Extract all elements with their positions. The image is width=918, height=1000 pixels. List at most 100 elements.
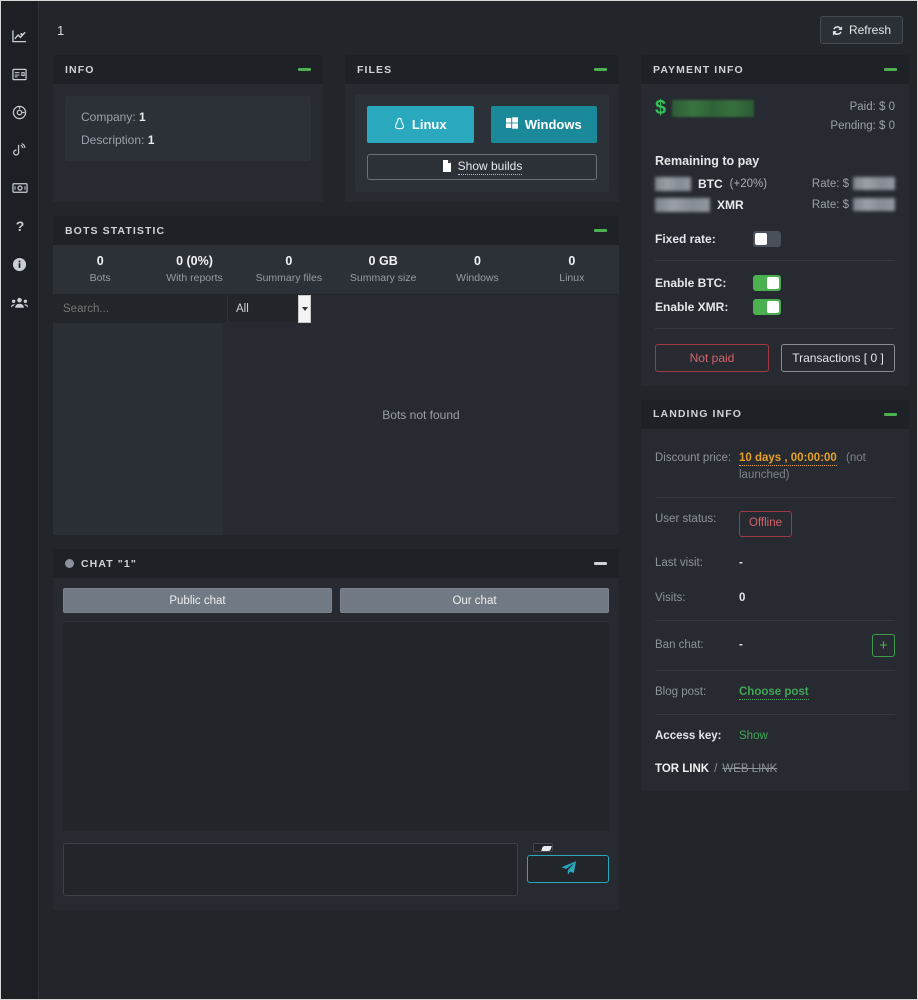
stat-value: 0 — [432, 254, 522, 268]
stat-summary-size: 0 GB Summary size — [336, 245, 430, 294]
os-buttons: Linux — [367, 106, 597, 143]
visits-value: 0 — [739, 590, 895, 607]
windows-build-button[interactable]: Windows — [491, 106, 598, 143]
add-ban-button[interactable]: + — [872, 634, 895, 657]
xmr-amount-redacted — [655, 198, 710, 212]
document-icon — [442, 160, 452, 175]
discount-price-value[interactable]: 10 days , 00:00:00 — [739, 452, 837, 466]
enable-xmr-row: Enable XMR: — [655, 295, 895, 326]
windows-icon — [506, 117, 518, 132]
discount-price-row: Discount price: 10 days , 00:00:00 (not … — [655, 441, 895, 494]
paid-pending: Paid: $ 0 Pending: $ 0 — [830, 98, 895, 136]
web-link[interactable]: WEB LINK — [722, 763, 777, 775]
statistics-icon[interactable] — [8, 25, 32, 47]
collapse-icon[interactable] — [884, 413, 897, 416]
search-input[interactable] — [53, 295, 227, 322]
chat-send-area — [527, 843, 609, 883]
last-visit-row: Last visit: - — [655, 546, 895, 581]
visits-row: Visits: 0 — [655, 581, 895, 616]
dollar-sign-icon: $ — [655, 98, 666, 118]
info-panel: INFO Company: 1 Description: — [53, 55, 323, 202]
info-details: Company: 1 Description: 1 — [65, 96, 311, 161]
send-message-button[interactable] — [527, 855, 609, 883]
attachment-icon[interactable] — [533, 843, 553, 852]
paid-label: Paid: $ 0 — [830, 98, 895, 117]
bots-empty-text: Bots not found — [382, 408, 459, 422]
not-paid-button[interactable]: Not paid — [655, 344, 769, 372]
collapse-icon[interactable] — [594, 229, 607, 232]
info-icon[interactable] — [8, 253, 32, 275]
tab-our-chat[interactable]: Our chat — [340, 588, 609, 613]
chat-tabs: Public chat Our chat — [53, 578, 619, 621]
collapse-icon[interactable] — [884, 68, 897, 71]
divider — [655, 497, 895, 498]
collapse-icon[interactable] — [594, 68, 607, 71]
description-label: Description: — [81, 133, 144, 147]
bots-empty-state: Bots not found — [223, 295, 619, 535]
chat-panel-title: CHAT "1" — [81, 558, 137, 570]
bots-statistic-panel: BOTS STATISTIC 0 Bots 0 (0%) With report… — [53, 216, 619, 535]
target-icon[interactable] — [8, 101, 32, 123]
refresh-button[interactable]: Refresh — [820, 16, 903, 44]
users-icon[interactable] — [8, 291, 32, 313]
ban-chat-value: - — [739, 637, 872, 654]
linux-build-button[interactable]: Linux — [367, 106, 474, 143]
divider — [655, 260, 895, 261]
xmr-row: XMR Rate: $ — [655, 198, 895, 212]
enable-xmr-toggle[interactable] — [753, 299, 781, 315]
description-row: Description: 1 — [81, 133, 295, 147]
filter-select[interactable]: All — [227, 295, 311, 322]
stat-label: Windows — [432, 272, 522, 284]
chat-compose — [53, 831, 619, 910]
divider — [655, 714, 895, 715]
stat-value: 0 — [244, 254, 334, 268]
xmr-rate-redacted — [853, 198, 895, 211]
bots-stats-row: 0 Bots 0 (0%) With reports 0 Summary fil… — [53, 245, 619, 295]
enable-btc-toggle[interactable] — [753, 275, 781, 291]
btc-row: BTC (+20%) Rate: $ — [655, 177, 895, 191]
bots-list[interactable] — [53, 323, 223, 535]
ban-chat-row: Ban chat: - + — [655, 625, 895, 666]
refresh-icon — [832, 25, 843, 36]
landing-panel-title: LANDING INFO — [653, 408, 742, 420]
files-panel-header: FILES — [345, 55, 619, 84]
money-icon[interactable] — [8, 177, 32, 199]
bots-body: All Bots not found — [53, 295, 619, 535]
collapse-icon[interactable] — [594, 562, 607, 565]
card-icon[interactable] — [8, 63, 32, 85]
fixed-rate-toggle[interactable] — [753, 231, 781, 247]
linux-icon — [394, 117, 405, 133]
link-separator: / — [714, 763, 717, 775]
divider — [655, 670, 895, 671]
payment-info-panel: PAYMENT INFO $ Paid: $ 0 Pending: $ 0 — [641, 55, 909, 386]
show-builds-label: Show builds — [458, 159, 523, 175]
chat-message-input[interactable] — [63, 843, 518, 896]
btc-name: BTC — [698, 177, 723, 191]
payment-actions: Not paid Transactions [ 0 ] — [655, 331, 895, 372]
choose-post-link[interactable]: Choose post — [739, 686, 809, 700]
stat-windows: 0 Windows — [430, 245, 524, 294]
stat-label: Linux — [527, 272, 617, 284]
tor-link[interactable]: TOR LINK — [655, 763, 709, 775]
tab-public-chat[interactable]: Public chat — [63, 588, 332, 613]
blog-post-label: Blog post: — [655, 684, 739, 701]
visits-label: Visits: — [655, 590, 739, 607]
show-access-key-link[interactable]: Show — [739, 730, 768, 742]
left-sidebar: ? — [1, 1, 39, 999]
landing-panel-header: LANDING INFO — [641, 400, 909, 429]
show-builds-button[interactable]: Show builds — [367, 154, 597, 180]
signal-icon[interactable] — [8, 139, 32, 161]
chevron-down-icon[interactable] — [298, 295, 311, 323]
help-icon[interactable]: ? — [8, 215, 32, 237]
info-panel-title: INFO — [65, 64, 94, 76]
enable-btc-row: Enable BTC: — [655, 263, 895, 295]
ban-chat-label: Ban chat: — [655, 637, 739, 654]
info-panel-header: INFO — [53, 55, 323, 84]
total-amount: $ — [655, 98, 754, 118]
chat-panel-header: CHAT "1" — [53, 549, 619, 578]
collapse-icon[interactable] — [298, 68, 311, 71]
windows-label: Windows — [525, 117, 582, 132]
amount-value-redacted — [672, 100, 754, 117]
discount-price-label: Discount price: — [655, 450, 739, 467]
transactions-button[interactable]: Transactions [ 0 ] — [781, 344, 895, 372]
